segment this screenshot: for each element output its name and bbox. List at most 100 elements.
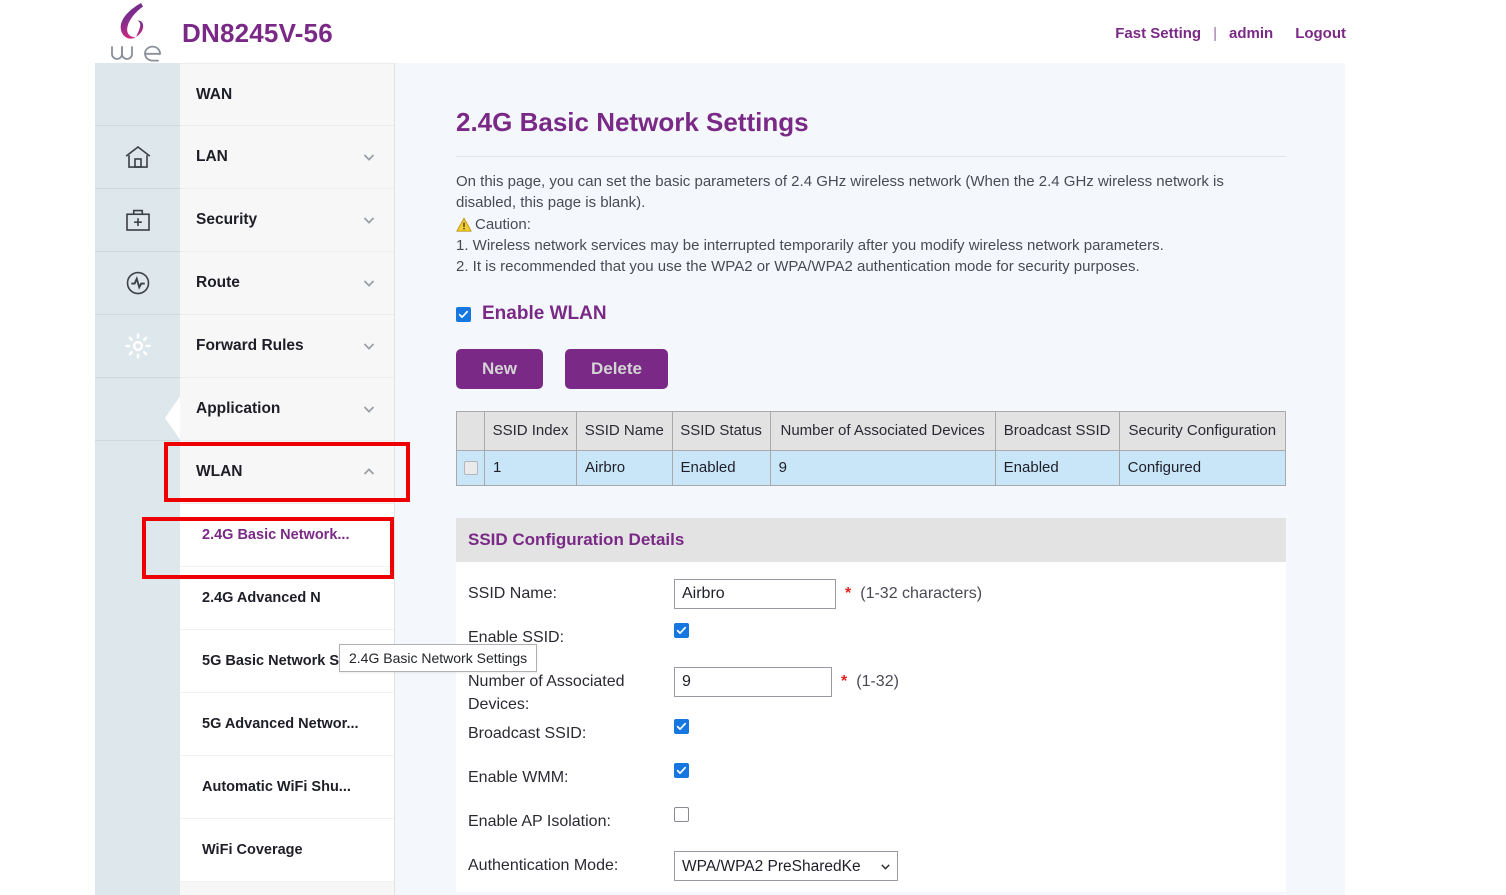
icon-rail (95, 63, 180, 895)
enable-wmm-control (674, 760, 689, 778)
enable-ssid-control (674, 620, 689, 638)
cell-broadcast: Enabled (994, 450, 1120, 486)
sidebar-subitem-label: 2.4G Advanced N (202, 590, 321, 606)
delete-button[interactable]: Delete (564, 349, 668, 389)
ssid-name-control: * (1-32 characters) (674, 576, 982, 609)
sidebar-item-24g-basic-network[interactable]: 2.4G Basic Network... (180, 504, 394, 567)
ssid-name-hint: (1-32 characters) (860, 585, 983, 602)
table-row[interactable]: 1 Airbro Enabled 9 Enabled Configured (456, 450, 1287, 486)
assoc-devices-input[interactable] (674, 667, 832, 697)
ap-isolation-control (674, 804, 689, 822)
ap-isolation-checkbox[interactable] (674, 807, 689, 822)
ssid-table-head: SSID Index SSID Name SSID Status Number … (456, 411, 1287, 451)
cell-security: Configured (1118, 450, 1287, 486)
row-select-checkbox[interactable] (463, 461, 478, 476)
rail-item-blank-top (95, 63, 180, 126)
ssid-config-section-title: SSID Configuration Details (456, 518, 1286, 562)
we-swoosh-icon (120, 3, 144, 39)
ap-isolation-label: Enable AP Isolation: (468, 813, 611, 830)
sidebar-subitem-label: 2.4G Basic Network... (202, 527, 350, 543)
home-icon (125, 145, 150, 168)
warning-triangle-icon (456, 217, 472, 232)
cell-ssid-index: 1 (483, 450, 578, 486)
chevron-down-icon (363, 343, 375, 350)
form-row-ssid-name: SSID Name: * (1-32 characters) (468, 576, 1286, 620)
sidebar-subitem-label: WiFi Coverage (202, 842, 303, 858)
sidebar-item-label: Forward Rules (196, 337, 304, 354)
sidebar-item-wlan[interactable]: WLAN (180, 441, 394, 504)
sidebar-item-24g-advanced-network[interactable]: 2.4G Advanced N (180, 567, 394, 630)
new-button[interactable]: New (456, 349, 543, 389)
logout-link[interactable]: Logout (1295, 25, 1346, 42)
assoc-devices-required-mark: * (841, 673, 848, 690)
check-icon (676, 722, 687, 731)
main-content: 2.4G Basic Network Settings On this page… (456, 63, 1287, 895)
col-ssid-status: SSID Status (671, 411, 771, 451)
enable-wlan-label: Enable WLAN (482, 303, 607, 324)
sidebar-submenu-wlan: 2.4G Basic Network... 2.4G Advanced N 5G… (180, 504, 394, 882)
fast-setting-link[interactable]: Fast Setting (1115, 25, 1201, 42)
chevron-left-icon (165, 395, 181, 441)
rail-item-diagnostics[interactable] (95, 189, 180, 252)
caution-item-2: 2. It is recommended that you use the WP… (456, 258, 1140, 275)
sidebar-item-wifi-coverage[interactable]: WiFi Coverage (180, 819, 394, 882)
gear-icon (124, 333, 151, 359)
sidebar-subitem-label: Automatic WiFi Shu... (202, 779, 351, 795)
sidebar-item-forward-rules[interactable]: Forward Rules (180, 315, 394, 378)
sidebar-collapse-button[interactable] (160, 395, 182, 441)
form-row-enable-ssid: Enable SSID: (468, 620, 1286, 664)
broadcast-ssid-label: Broadcast SSID: (468, 725, 587, 742)
auth-mode-select-wrapper: WPA/WPA2 PreSharedKe (674, 851, 898, 881)
sidebar-item-label: Security (196, 211, 258, 228)
caution-item-1: 1. Wireless network services may be inte… (456, 237, 1164, 254)
table-header-row: SSID Index SSID Name SSID Status Number … (456, 411, 1287, 451)
sidebar-item-label: WAN (196, 85, 233, 103)
ssid-name-required-mark: * (845, 585, 852, 602)
assoc-devices-hint: (1-32) (856, 673, 899, 690)
auth-mode-select[interactable]: WPA/WPA2 PreSharedKe (674, 851, 898, 881)
cell-ssid-status: Enabled (671, 450, 771, 486)
sidebar-tooltip: 2.4G Basic Network Settings (339, 644, 538, 672)
broadcast-ssid-control (674, 716, 689, 734)
col-security: Security Configuration (1118, 411, 1287, 451)
check-icon (676, 766, 687, 775)
check-icon (676, 626, 687, 635)
sidebar-item-application[interactable]: Application (180, 378, 394, 441)
enable-wlan-checkbox[interactable] (456, 306, 471, 322)
rail-item-settings[interactable] (95, 315, 180, 378)
rail-item-status[interactable] (95, 252, 180, 315)
sidebar-subitem-label: 5G Advanced Networ... (202, 716, 359, 732)
sidebar-item-label: WLAN (196, 463, 243, 480)
sidebar-item-lan[interactable]: LAN (180, 126, 394, 189)
brand-logo[interactable] (100, 2, 168, 64)
sidebar-item-wan[interactable]: WAN (180, 63, 394, 126)
chevron-down-icon (363, 280, 375, 287)
sidebar-item-route[interactable]: Route (180, 252, 394, 315)
activity-circle-icon (126, 271, 149, 295)
row-select-cell[interactable] (456, 450, 485, 486)
ssid-name-label: SSID Name: (468, 585, 557, 602)
ssid-name-input[interactable] (674, 579, 836, 609)
sidebar-item-label: Application (196, 400, 281, 417)
sidebar-item-security[interactable]: Security (180, 189, 394, 252)
auth-mode-control: WPA/WPA2 PreSharedKe (674, 848, 898, 881)
we-wordmark-icon (111, 45, 161, 62)
enable-wlan-row: Enable WLAN (456, 303, 1286, 325)
broadcast-ssid-checkbox[interactable] (674, 719, 689, 734)
table-action-buttons: New Delete (456, 349, 1286, 389)
sidebar-item-automatic-wifi-shutdown[interactable]: Automatic WiFi Shu... (180, 756, 394, 819)
chevron-up-icon (363, 468, 375, 475)
enable-wmm-checkbox[interactable] (674, 763, 689, 778)
firstaid-kit-icon (125, 209, 150, 231)
admin-link[interactable]: admin (1229, 25, 1273, 42)
sidebar-item-5g-advanced-network[interactable]: 5G Advanced Networ... (180, 693, 394, 756)
chevron-down-icon (363, 154, 375, 161)
sidebar-menu: WAN LAN Security Route Forward Rules App… (180, 63, 395, 895)
description-line1: On this page, you can set the basic para… (456, 173, 1224, 211)
form-row-ap-isolation: Enable AP Isolation: (468, 804, 1286, 848)
enable-ssid-checkbox[interactable] (674, 623, 689, 638)
router-admin-page: DN8245V-56 Fast Setting | admin Logout W… (0, 0, 1506, 895)
ssid-table-body: 1 Airbro Enabled 9 Enabled Configured (456, 450, 1287, 486)
sidebar-item-label: LAN (196, 148, 228, 165)
rail-item-home[interactable] (95, 126, 180, 189)
